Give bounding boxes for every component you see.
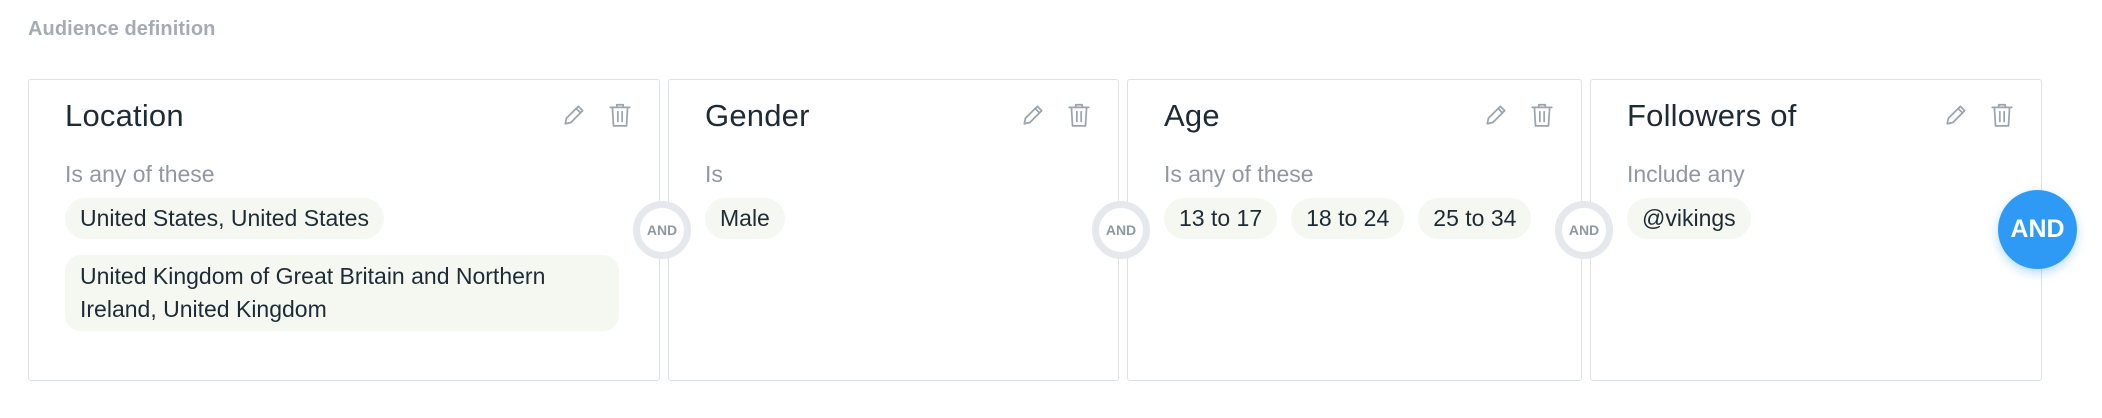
criteria-card-followers: Followers of Include any @vikings [1590,79,2042,381]
chip-united-states: United States, United States [65,198,384,239]
section-label: Audience definition [28,18,216,40]
pencil-icon[interactable] [559,100,589,130]
card-qualifier: Is any of these [1164,161,1314,187]
chip-age-13-17: 13 to 17 [1164,198,1278,239]
trash-icon[interactable] [605,100,635,130]
chip-male: Male [705,198,785,239]
card-qualifier: Is [705,161,723,187]
trash-icon[interactable] [1064,100,1094,130]
add-and-button[interactable]: AND [1998,190,2077,269]
card-title: Gender [705,98,810,133]
card-title: Age [1164,98,1220,133]
card-title: Location [65,98,184,133]
pencil-icon[interactable] [1941,100,1971,130]
criteria-card-gender: Gender Is Male [668,79,1119,381]
pencil-icon[interactable] [1018,100,1048,130]
pencil-icon[interactable] [1481,100,1511,130]
card-title: Followers of [1627,98,1797,133]
chip-age-25-34: 25 to 34 [1418,198,1532,239]
card-qualifier: Include any [1627,161,1745,187]
and-connector: AND [1092,201,1150,259]
trash-icon[interactable] [1527,100,1557,130]
card-qualifier: Is any of these [65,161,215,187]
chip-united-kingdom: United Kingdom of Great Britain and Nort… [65,255,619,331]
trash-icon[interactable] [1987,100,2017,130]
criteria-card-age: Age Is any of these 13 to 17 18 to 24 25… [1127,79,1582,381]
and-connector: AND [633,201,691,259]
and-connector: AND [1555,201,1613,259]
criteria-card-location: Location Is any of these United States, … [28,79,660,381]
chip-age-18-24: 18 to 24 [1291,198,1405,239]
chip-vikings: @vikings [1627,198,1751,239]
